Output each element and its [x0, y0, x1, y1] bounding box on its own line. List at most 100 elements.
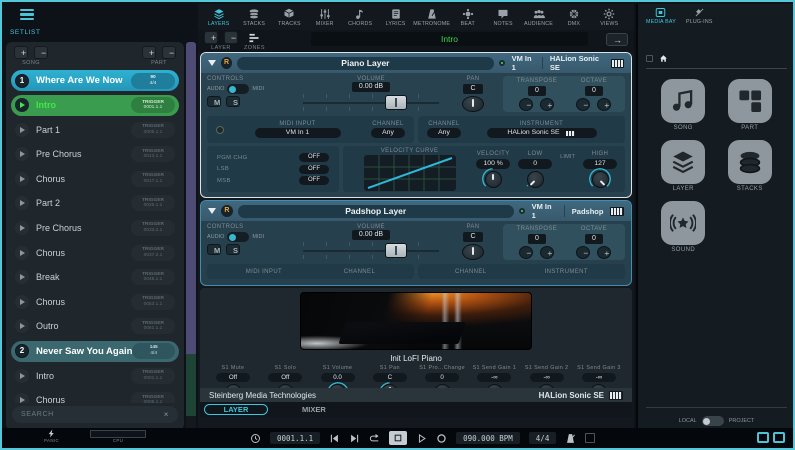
- octave-value[interactable]: 0: [585, 234, 603, 244]
- volume-slider[interactable]: [299, 94, 443, 111]
- media-tile-song[interactable]: SONG: [661, 79, 705, 131]
- tempo-display[interactable]: 090.000 BPM: [456, 432, 520, 444]
- setlist-part-row[interactable]: Part 2TRIGGER0025.1.1: [11, 193, 179, 214]
- setlist-part-row[interactable]: IntroTRIGGER0001.1.1: [11, 95, 179, 116]
- home-icon[interactable]: [659, 54, 668, 63]
- piano-layer-header[interactable]: R Piano Layer VM In 1 HALion Sonic SE: [201, 53, 631, 73]
- click-checkbox[interactable]: [585, 433, 595, 443]
- remove-part-button[interactable]: −: [162, 46, 176, 59]
- time-signature-display[interactable]: 4/4: [529, 432, 557, 444]
- setlist-part-row[interactable]: Part 1TRIGGER0005.1.1: [11, 119, 179, 140]
- tab-stacks[interactable]: STACKS: [236, 8, 271, 27]
- tab-mixer[interactable]: MIXER: [307, 8, 342, 27]
- tab-media-bay[interactable]: MEDIA BAY: [646, 7, 676, 25]
- param-value[interactable]: -∞: [477, 373, 511, 382]
- play-icon[interactable]: [15, 123, 29, 137]
- collapse-icon[interactable]: [208, 60, 216, 66]
- tab-plug-ins[interactable]: PLUG-INS: [686, 7, 713, 25]
- keyboard-icon[interactable]: [610, 207, 624, 216]
- collapse-icon[interactable]: [208, 208, 216, 214]
- transpose-plus-button[interactable]: +: [540, 98, 554, 111]
- setlist-part-row[interactable]: IntroTRIGGER0001.1.1: [11, 365, 179, 386]
- setlist-part-row[interactable]: Pre ChorusTRIGGER0013.1.1: [11, 144, 179, 165]
- metronome-icon[interactable]: [565, 433, 576, 444]
- pan-knob[interactable]: [462, 96, 484, 112]
- channel-select[interactable]: Any: [427, 128, 461, 138]
- param-value[interactable]: C: [373, 373, 407, 382]
- instrument-name[interactable]: Padshop: [572, 207, 604, 216]
- play-icon[interactable]: [15, 319, 29, 333]
- play-icon[interactable]: [15, 369, 29, 383]
- setlist-part-row[interactable]: ChorusTRIGGER0017.1.1: [11, 168, 179, 189]
- add-part-button[interactable]: +: [142, 46, 156, 59]
- param-value[interactable]: Off: [216, 373, 250, 382]
- position-display[interactable]: 0001.1.1: [270, 432, 320, 444]
- setlist-part-row[interactable]: Pre ChorusTRIGGER0033.2.1: [11, 218, 179, 239]
- record-arm-button[interactable]: R: [221, 57, 232, 69]
- play-icon[interactable]: [15, 270, 29, 284]
- midi-input-name[interactable]: VM In 1: [512, 54, 535, 72]
- tab-layer[interactable]: LAYER: [204, 404, 268, 415]
- octave-plus-button[interactable]: +: [597, 246, 611, 259]
- tab-views[interactable]: VIEWS: [592, 8, 627, 27]
- velocity-value[interactable]: 100 %: [476, 159, 510, 169]
- transpose-plus-button[interactable]: +: [540, 246, 554, 259]
- audio-midi-toggle[interactable]: [227, 232, 249, 242]
- low-knob[interactable]: [527, 171, 544, 188]
- pan-value[interactable]: C: [463, 232, 482, 242]
- volume-slider[interactable]: [299, 242, 443, 259]
- velocity-knob[interactable]: [485, 171, 502, 188]
- octave-minus-button[interactable]: −: [576, 98, 590, 111]
- play-icon[interactable]: [15, 196, 29, 210]
- param-value[interactable]: -∞: [582, 373, 616, 382]
- setlist-part-row[interactable]: BreakTRIGGER0045.1.1: [11, 267, 179, 288]
- setlist-part-row[interactable]: ChorusTRIGGER0005.1.1: [11, 390, 179, 403]
- filter-checkbox[interactable]: [646, 55, 653, 62]
- tab-notes[interactable]: NOTES: [485, 8, 520, 27]
- setlist-song-row[interactable]: 1Where Are We Now904/4: [11, 70, 179, 91]
- tab-audience[interactable]: AUDIENCE: [521, 8, 556, 27]
- keyboard-icon[interactable]: [611, 59, 624, 68]
- tab-dmx[interactable]: DMX: [556, 8, 591, 27]
- high-value[interactable]: 127: [583, 159, 617, 169]
- setlist-song-row[interactable]: 2Never Saw You Again1454/4: [11, 341, 179, 362]
- transpose-value[interactable]: 0: [528, 234, 546, 244]
- add-song-button[interactable]: +: [14, 46, 28, 59]
- tab-tracks[interactable]: TRACKS: [272, 8, 307, 27]
- mute-button[interactable]: M: [207, 96, 221, 107]
- pan-knob[interactable]: [462, 244, 484, 260]
- setlist-part-row[interactable]: OutroTRIGGER0061.1.1: [11, 316, 179, 337]
- local-project-toggle[interactable]: [702, 416, 724, 426]
- velocity-curve-graph[interactable]: [364, 155, 456, 191]
- instrument-name[interactable]: HALion Sonic SE: [550, 54, 605, 72]
- keyboard-icon[interactable]: [609, 391, 623, 400]
- play-icon[interactable]: [15, 98, 29, 112]
- volume-value[interactable]: 0.00 dB: [352, 230, 390, 240]
- pan-value[interactable]: C: [463, 84, 482, 94]
- preset-name[interactable]: Init LoFI Piano: [200, 354, 632, 363]
- tab-beat[interactable]: BEAT: [450, 8, 485, 27]
- transpose-minus-button[interactable]: −: [519, 98, 533, 111]
- midi-input-name[interactable]: VM In 1: [532, 202, 557, 220]
- setlist-scrollbar[interactable]: [186, 42, 196, 430]
- midi-input-select[interactable]: VM In 1: [255, 128, 341, 138]
- zones-button[interactable]: ZONES: [244, 32, 265, 51]
- remove-layer-button[interactable]: −: [224, 31, 238, 44]
- param-value[interactable]: Off: [268, 373, 302, 382]
- solo-button[interactable]: S: [226, 96, 240, 107]
- octave-plus-button[interactable]: +: [597, 98, 611, 111]
- panic-button[interactable]: PANIC: [44, 429, 59, 443]
- play-icon[interactable]: [15, 221, 29, 235]
- tab-metronome[interactable]: METRONOME: [413, 8, 450, 27]
- high-knob[interactable]: [592, 171, 609, 188]
- play-icon[interactable]: [15, 147, 29, 161]
- record-arm-button[interactable]: R: [221, 205, 233, 217]
- add-layer-button[interactable]: +: [204, 31, 218, 44]
- volume-slider-handle[interactable]: [385, 95, 407, 110]
- msb-select[interactable]: OFF: [299, 176, 329, 185]
- volume-value[interactable]: 0.00 dB: [352, 82, 390, 92]
- transpose-minus-button[interactable]: −: [519, 246, 533, 259]
- media-tile-layer[interactable]: LAYER: [661, 140, 705, 192]
- setlist-part-row[interactable]: ChorusTRIGGER0037.2.1: [11, 242, 179, 263]
- stop-button[interactable]: [389, 431, 407, 445]
